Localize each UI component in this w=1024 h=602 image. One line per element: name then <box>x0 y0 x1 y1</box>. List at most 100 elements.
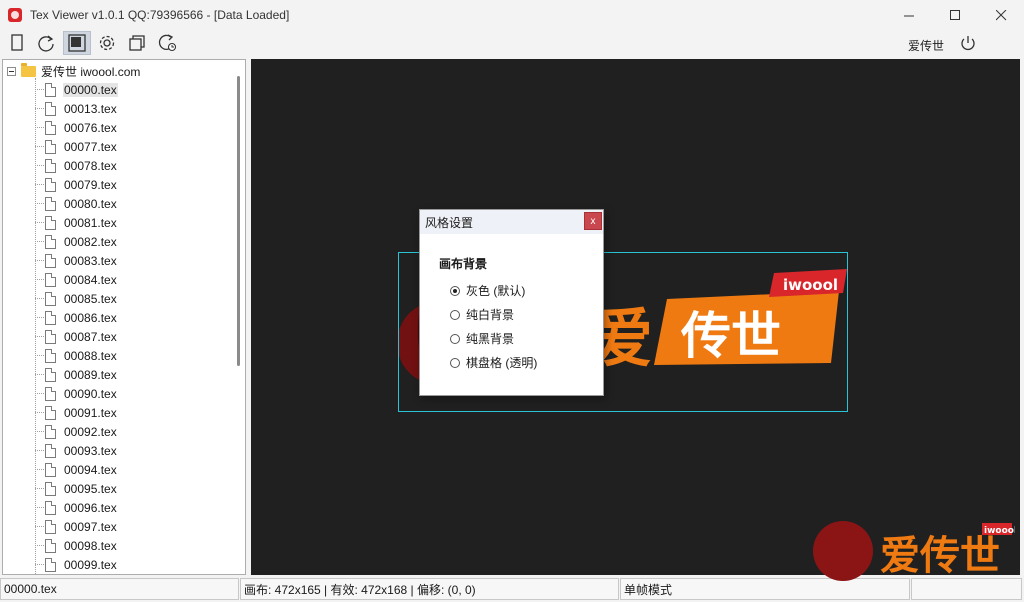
radio-icon[interactable] <box>450 309 460 320</box>
background-option-2[interactable]: 纯黑背景 <box>450 330 514 347</box>
tree-file-item[interactable]: 00079.tex <box>35 175 118 194</box>
background-option-1[interactable]: 纯白背景 <box>450 306 514 323</box>
file-icon <box>45 557 56 572</box>
tree-file-label: 00090.tex <box>64 386 117 401</box>
tree-file-label: 00086.tex <box>64 310 117 325</box>
user-label[interactable]: 爱传世 <box>908 37 944 54</box>
tree-file-label: 00085.tex <box>64 291 117 306</box>
file-icon <box>45 443 56 458</box>
tree-branch-line <box>35 165 44 166</box>
tree-branch-line <box>35 317 44 318</box>
preview-canvas[interactable]: 爱 传世 iwoool <box>251 59 1020 575</box>
logo-text: 传世 <box>680 307 781 365</box>
tree-file-label: 00094.tex <box>64 462 117 477</box>
title-bar: Tex Viewer v1.0.1 QQ:79396566 - [Data Lo… <box>0 0 1024 30</box>
file-icon <box>45 272 56 287</box>
file-icon <box>45 82 56 97</box>
tree-file-item[interactable]: 00080.tex <box>35 194 118 213</box>
tree-file-item[interactable]: 00000.tex <box>35 80 118 99</box>
tree-branch-line <box>35 241 44 242</box>
tree-file-label: 00079.tex <box>64 177 117 192</box>
tree-file-label: 00084.tex <box>64 272 117 287</box>
settings-gear-icon <box>99 35 115 51</box>
power-button[interactable] <box>955 31 981 55</box>
dialog-close-button[interactable]: x <box>584 212 602 230</box>
file-icon <box>45 120 56 135</box>
tree-file-item[interactable]: 00084.tex <box>35 270 118 289</box>
logo-badge: iwoool <box>783 276 838 294</box>
tree-file-item[interactable]: 00083.tex <box>35 251 118 270</box>
tree-file-item[interactable]: 00093.tex <box>35 441 118 460</box>
tree-branch-line <box>35 469 44 470</box>
tree-file-item[interactable]: 00099.tex <box>35 555 118 574</box>
tree-file-item[interactable]: 00082.tex <box>35 232 118 251</box>
file-icon <box>45 253 56 268</box>
dialog-header: 风格设置 <box>420 210 603 234</box>
close-button[interactable] <box>978 0 1024 30</box>
tree-root[interactable]: 爱传世 iwoool.com <box>7 62 140 81</box>
tree-branch-line <box>35 450 44 451</box>
close-icon <box>995 9 1006 20</box>
copy-window-icon <box>129 35 145 51</box>
file-icon <box>45 329 56 344</box>
tree-file-item[interactable]: 00090.tex <box>35 384 118 403</box>
tree-file-item[interactable]: 00092.tex <box>35 422 118 441</box>
tree-branch-line <box>35 108 44 109</box>
tree-file-item[interactable]: 00086.tex <box>35 308 118 327</box>
tree-file-item[interactable]: 00088.tex <box>35 346 118 365</box>
reload-history-button[interactable] <box>155 31 181 55</box>
refresh-button[interactable] <box>33 31 59 55</box>
radio-icon[interactable] <box>450 357 460 368</box>
background-option-0[interactable]: 灰色 (默认) <box>450 282 525 299</box>
tree-file-item[interactable]: 00087.tex <box>35 327 118 346</box>
background-option-label: 棋盘格 (透明) <box>466 356 538 370</box>
file-tree[interactable]: 爱传世 iwoool.com 00000.tex 00013.tex 00076.t… <box>2 59 246 575</box>
watermark-logo: 爱传世 iwoool <box>813 521 1015 581</box>
new-file-button[interactable] <box>4 31 30 55</box>
tree-branch-line <box>35 184 44 185</box>
app-icon <box>8 8 22 22</box>
file-icon <box>45 367 56 382</box>
tree-file-item[interactable]: 00096.tex <box>35 498 118 517</box>
tree-file-label: 00092.tex <box>64 424 117 439</box>
file-icon <box>45 234 56 249</box>
tree-file-item[interactable]: 00094.tex <box>35 460 118 479</box>
canvas-background-button[interactable] <box>63 31 91 55</box>
radio-icon[interactable] <box>450 333 460 344</box>
copy-window-button[interactable] <box>124 31 150 55</box>
file-icon <box>45 196 56 211</box>
tree-file-item[interactable]: 00095.tex <box>35 479 118 498</box>
tree-file-item[interactable]: 00013.tex <box>35 99 118 118</box>
tree-file-item[interactable]: 00085.tex <box>35 289 118 308</box>
tree-scrollbar[interactable] <box>237 76 240 366</box>
tree-file-item[interactable]: 00077.tex <box>35 137 118 156</box>
tree-file-item[interactable]: 00089.tex <box>35 365 118 384</box>
window-title: Tex Viewer v1.0.1 QQ:79396566 - [Data Lo… <box>30 8 290 22</box>
background-option-3[interactable]: 棋盘格 (透明) <box>450 354 537 371</box>
tree-file-label: 00087.tex <box>64 329 117 344</box>
tree-branch-line <box>35 431 44 432</box>
tree-file-item[interactable]: 00097.tex <box>35 517 118 536</box>
maximize-button[interactable] <box>932 0 978 30</box>
tree-branch-line <box>35 374 44 375</box>
file-icon <box>45 348 56 363</box>
collapse-icon[interactable] <box>7 67 16 76</box>
background-option-label: 纯黑背景 <box>466 332 515 346</box>
settings-button[interactable] <box>94 31 120 55</box>
tree-file-item[interactable]: 00098.tex <box>35 536 118 555</box>
tree-file-item[interactable]: 00091.tex <box>35 403 118 422</box>
minimize-icon <box>903 15 914 16</box>
tree-branch-line <box>35 526 44 527</box>
tree-file-item[interactable]: 00076.tex <box>35 118 118 137</box>
tree-file-label: 00096.tex <box>64 500 117 515</box>
tree-file-item[interactable]: 00081.tex <box>35 213 118 232</box>
file-icon <box>45 405 56 420</box>
tree-file-item[interactable]: 00078.tex <box>35 156 118 175</box>
reload-history-icon <box>158 34 177 52</box>
tree-file-label: 00076.tex <box>64 120 117 135</box>
tree-branch-line <box>35 89 44 90</box>
tree-file-label: 00098.tex <box>64 538 117 553</box>
background-option-label: 灰色 (默认) <box>466 284 526 298</box>
radio-icon[interactable] <box>450 285 460 296</box>
minimize-button[interactable] <box>886 0 932 30</box>
